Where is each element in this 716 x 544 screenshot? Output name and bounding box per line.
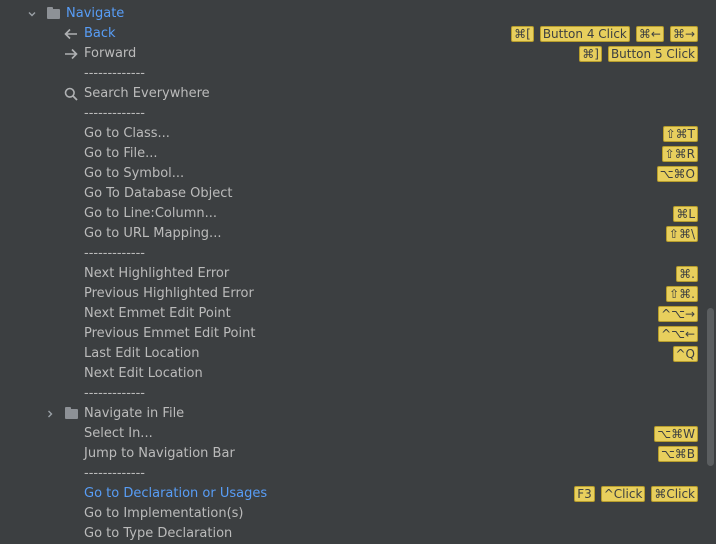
separator: ------------- (0, 104, 706, 124)
action-label: Go to Type Declaration (84, 526, 233, 541)
action-label: Search Everywhere (84, 86, 210, 101)
shortcut-list: ⌘L (673, 206, 698, 222)
action-label: Last Edit Location (84, 346, 200, 361)
shortcut-list: F3 ^Click ⌘Click (574, 486, 698, 502)
shortcut-list: ^⌥→ (658, 306, 698, 322)
action-item[interactable]: Go To Database Object (0, 184, 706, 204)
separator-label: ------------- (84, 466, 145, 481)
shortcut-badge: ⌘[ (511, 26, 534, 42)
tree-node-label: Navigate (66, 6, 125, 21)
shortcut-list: ⌥⌘O (656, 166, 698, 182)
arrow-left-icon (63, 24, 79, 44)
action-label: Go to Class... (84, 126, 170, 141)
separator-label: ------------- (84, 66, 145, 81)
shortcut-badge: Button 4 Click (539, 26, 630, 42)
action-label: Go to Implementation(s) (84, 506, 244, 521)
action-label: Next Highlighted Error (84, 266, 230, 281)
shortcut-badge: F3 (574, 486, 595, 502)
action-item[interactable]: Jump to Navigation Bar ⌥⌘B (0, 444, 706, 464)
action-item[interactable]: Go to Type Declaration (0, 524, 706, 544)
shortcut-badge: ⌘→ (669, 26, 698, 42)
action-item[interactable]: Go to Symbol... ⌥⌘O (0, 164, 706, 184)
action-label: Select In... (84, 426, 153, 441)
action-label: Go to File... (84, 146, 158, 161)
separator: ------------- (0, 244, 706, 264)
action-label: Previous Emmet Edit Point (84, 326, 256, 341)
action-label: Jump to Navigation Bar (84, 446, 235, 461)
separator-label: ------------- (84, 386, 145, 401)
shortcut-badge: ⌥⌘O (656, 166, 698, 182)
action-label: Back (84, 26, 116, 41)
arrow-right-icon (63, 44, 79, 64)
folder-icon (63, 404, 79, 424)
shortcut-list: ⌘. (676, 266, 698, 282)
action-label: Navigate in File (84, 406, 185, 421)
action-item[interactable]: Go to Declaration or Usages F3 ^Click ⌘Clic… (0, 484, 706, 504)
separator: ------------- (0, 64, 706, 84)
separator: ------------- (0, 464, 706, 484)
action-item[interactable]: Go to URL Mapping... ⇧⌘\ (0, 224, 706, 244)
action-item[interactable]: Select In... ⌥⌘W (0, 424, 706, 444)
shortcut-badge: ⌘] (579, 46, 602, 62)
shortcut-badge: ^⌥→ (658, 306, 698, 322)
action-item[interactable]: Next Edit Location (0, 364, 706, 384)
shortcut-badge: ^Click (600, 486, 646, 502)
action-label: Go to Declaration or Usages (84, 486, 268, 501)
action-label: Go To Database Object (84, 186, 233, 201)
chevron-down-icon[interactable] (24, 4, 40, 24)
vertical-scrollbar[interactable] (707, 308, 714, 466)
chevron-right-icon[interactable] (42, 404, 58, 424)
shortcut-list: ⇧⌘\ (665, 226, 698, 242)
shortcut-badge: ⌘← (635, 26, 664, 42)
shortcut-list: ⌥⌘B (657, 446, 698, 462)
shortcut-list: ⌥⌘W (654, 426, 698, 442)
search-icon (63, 84, 79, 104)
action-label: Previous Highlighted Error (84, 286, 254, 301)
shortcut-badge: ⇧⌘R (661, 146, 698, 162)
shortcut-badge: ⌘Click (651, 486, 698, 502)
shortcut-badge: ⌥⌘B (657, 446, 698, 462)
action-label: Next Emmet Edit Point (84, 306, 231, 321)
action-item[interactable]: Go to File... ⇧⌘R (0, 144, 706, 164)
action-item[interactable]: Forward ⌘] Button 5 Click (0, 44, 706, 64)
action-item[interactable]: Go to Implementation(s) (0, 504, 706, 524)
shortcut-badge: ⌥⌘W (654, 426, 698, 442)
action-item[interactable]: Back ⌘[ Button 4 Click ⌘← ⌘→ (0, 24, 706, 44)
shortcut-badge: ⌘. (676, 266, 698, 282)
action-item[interactable]: Previous Highlighted Error ⇧⌘. (0, 284, 706, 304)
action-label: Go to URL Mapping... (84, 226, 222, 241)
action-item[interactable]: Go to Line:Column... ⌘L (0, 204, 706, 224)
separator-label: ------------- (84, 246, 145, 261)
action-item[interactable]: Go to Class... ⇧⌘T (0, 124, 706, 144)
action-item[interactable]: Previous Emmet Edit Point ^⌥← (0, 324, 706, 344)
shortcut-badge: Button 5 Click (607, 46, 698, 62)
folder-icon (45, 4, 61, 24)
action-label: Next Edit Location (84, 366, 203, 381)
shortcut-badge: ⇧⌘T (662, 126, 698, 142)
tree-node-navigate[interactable]: Navigate (0, 4, 706, 24)
action-item[interactable]: Next Highlighted Error ⌘. (0, 264, 706, 284)
shortcut-list: ⇧⌘. (666, 286, 698, 302)
shortcut-badge: ⇧⌘. (666, 286, 698, 302)
shortcut-list: ⌘[ Button 4 Click ⌘← ⌘→ (511, 26, 698, 42)
shortcut-list: ⇧⌘R (661, 146, 698, 162)
action-label: Go to Line:Column... (84, 206, 217, 221)
shortcut-list: ⌘] Button 5 Click (579, 46, 698, 62)
keymap-tree: Navigate Back ⌘[ Button 4 Click ⌘← ⌘→ Forward… (0, 4, 706, 544)
action-label: Go to Symbol... (84, 166, 185, 181)
tree-node-group[interactable]: Navigate in File (0, 404, 706, 424)
shortcut-badge: ^Q (672, 346, 698, 362)
separator: ------------- (0, 384, 706, 404)
action-item[interactable]: Last Edit Location ^Q (0, 344, 706, 364)
shortcut-badge: ⌘L (673, 206, 698, 222)
shortcut-badge: ⇧⌘\ (665, 226, 698, 242)
shortcut-list: ^⌥← (658, 326, 698, 342)
shortcut-list: ^Q (672, 346, 698, 362)
separator-label: ------------- (84, 106, 145, 121)
action-label: Forward (84, 46, 137, 61)
action-item[interactable]: Next Emmet Edit Point ^⌥→ (0, 304, 706, 324)
shortcut-badge: ^⌥← (658, 326, 698, 342)
action-item[interactable]: Search Everywhere (0, 84, 706, 104)
shortcut-list: ⇧⌘T (662, 126, 698, 142)
